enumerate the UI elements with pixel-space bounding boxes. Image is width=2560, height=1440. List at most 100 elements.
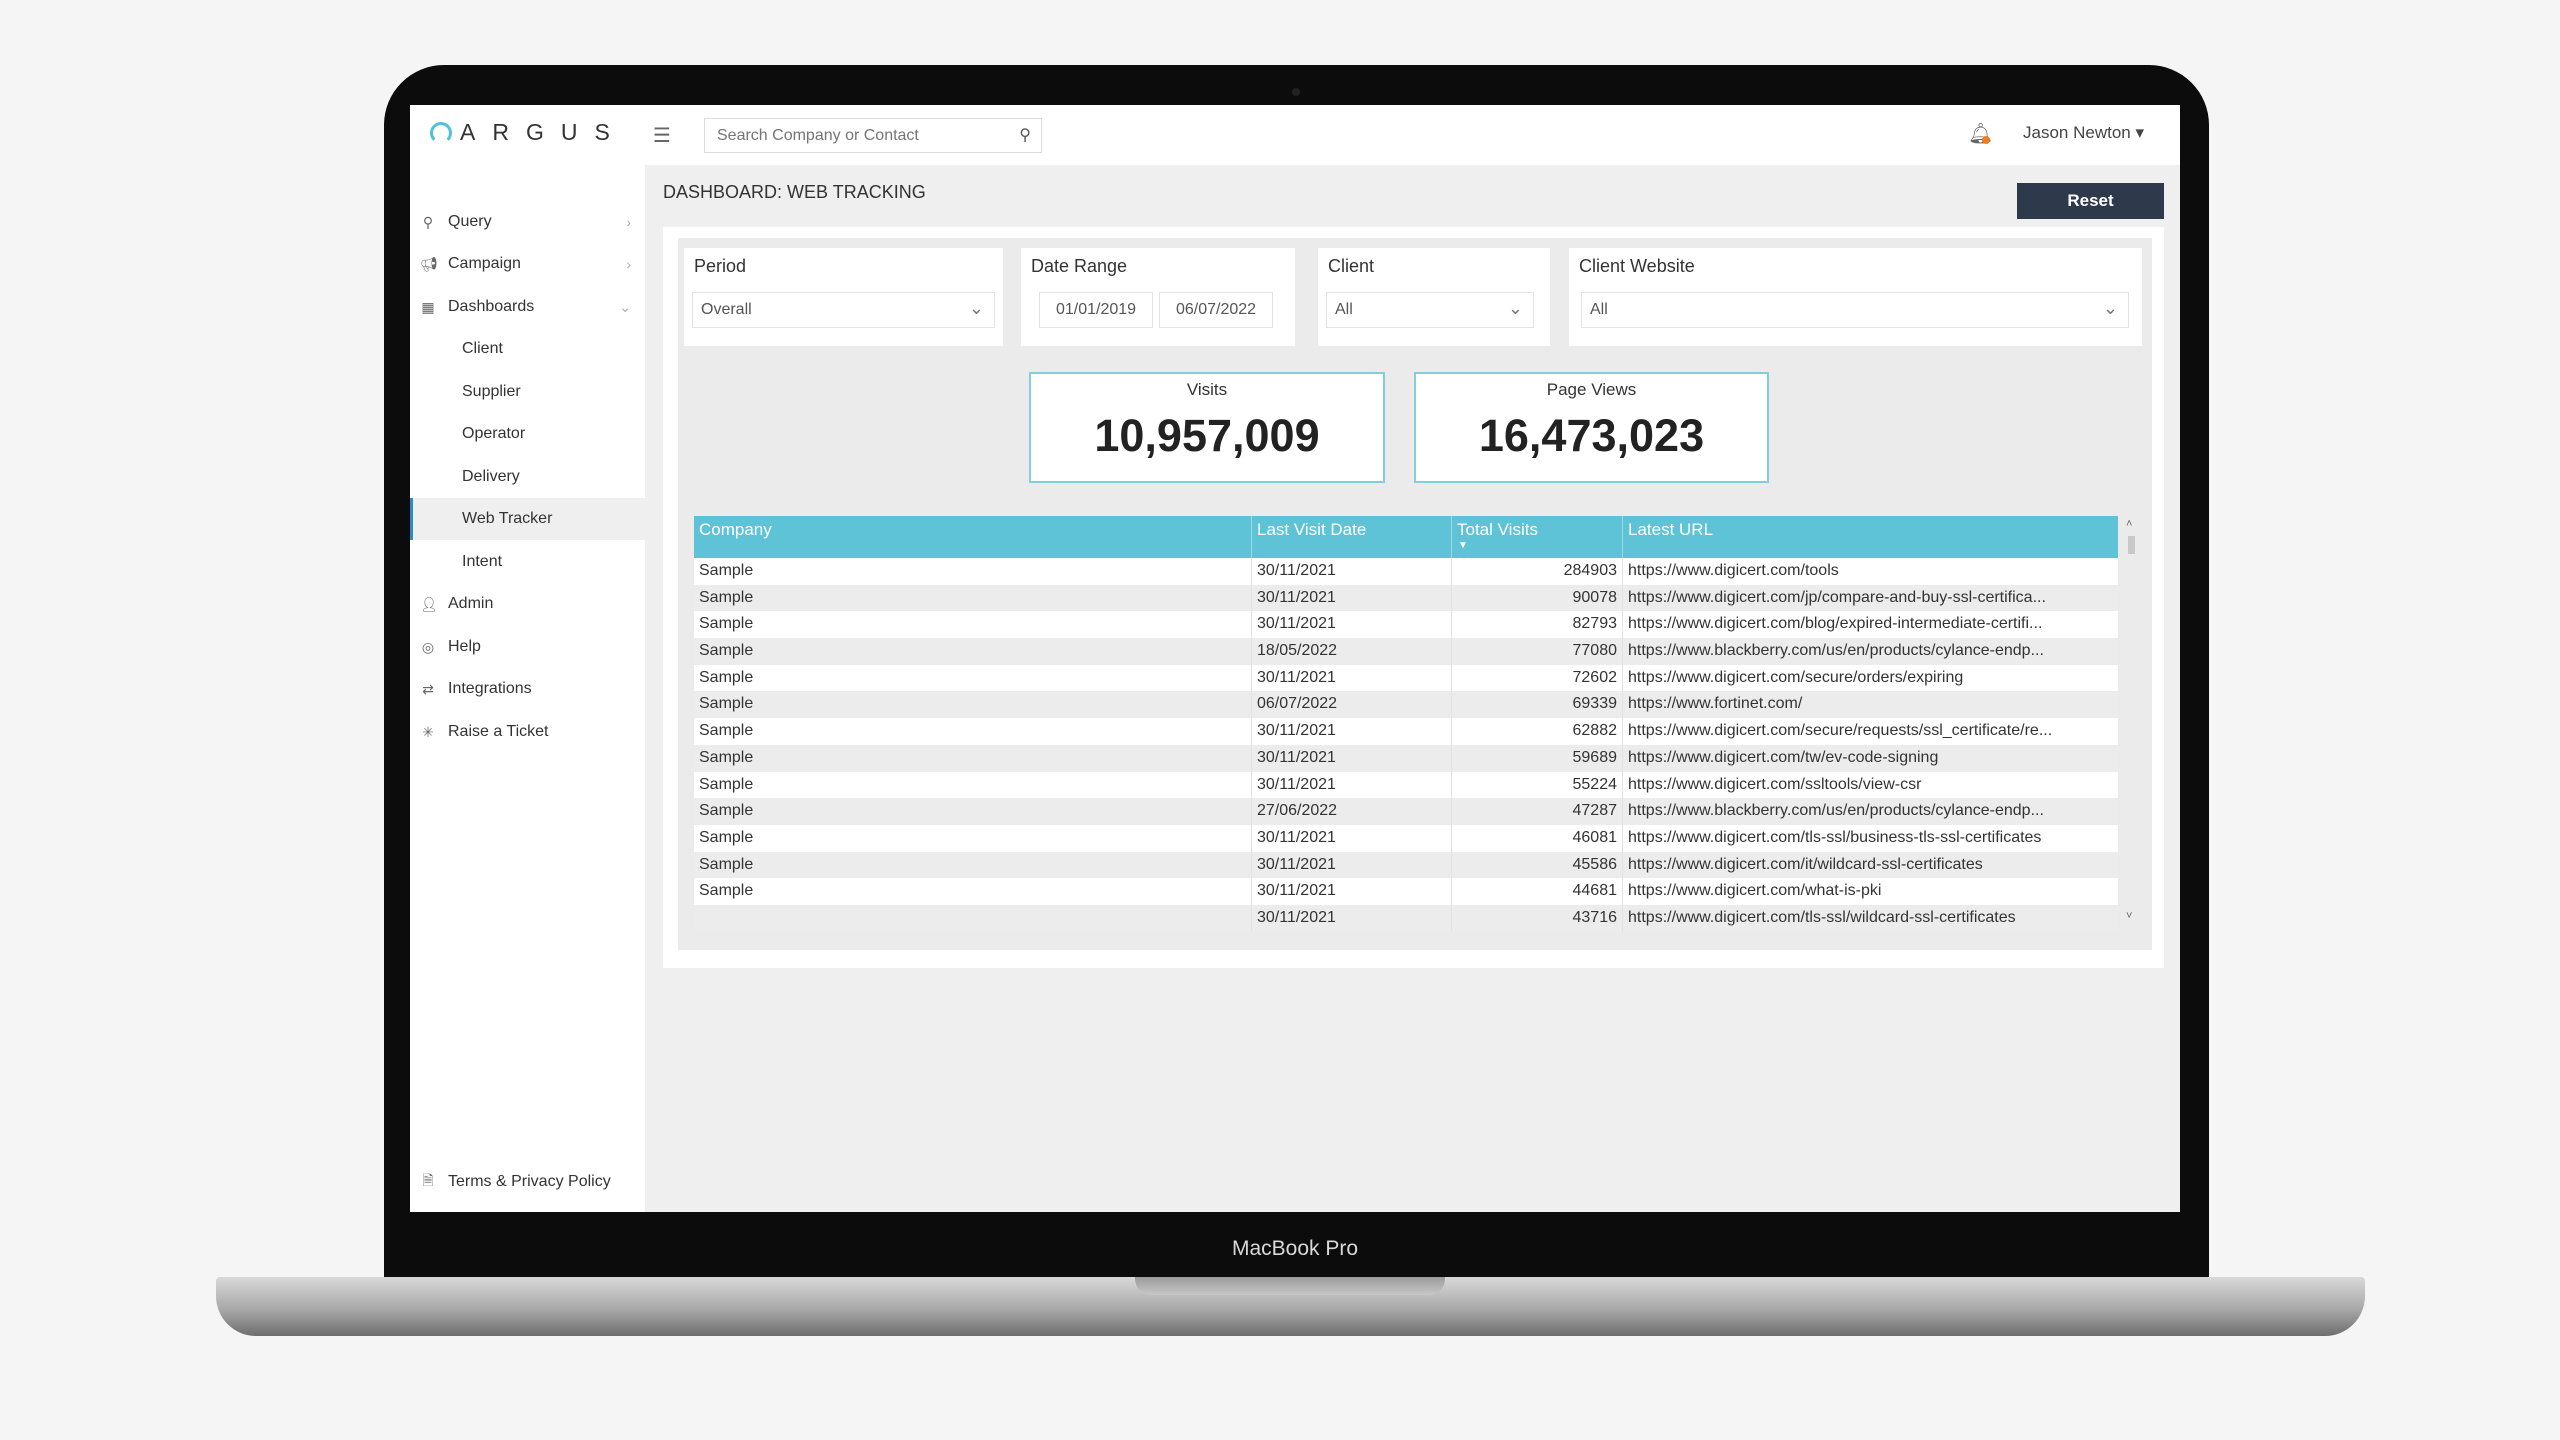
cell-latest-url[interactable]: https://www.digicert.com/tls-ssl/busines…	[1623, 825, 2118, 852]
cell-company: Sample	[694, 558, 1252, 585]
cell-last-visit-date: 30/11/2021	[1252, 744, 1452, 772]
table-row[interactable]: Sample 30/11/2021 45586 https://www.digicer…	[694, 851, 2118, 879]
scroll-up-icon[interactable]: ˄	[2126, 518, 2132, 530]
period-select[interactable]: Overall ⌄	[692, 292, 995, 328]
cell-company: Sample	[694, 584, 1252, 612]
cell-latest-url[interactable]: https://www.digicert.com/it/wildcard-ssl…	[1623, 852, 2118, 879]
cell-total-visits: 45586	[1452, 851, 1623, 879]
cell-total-visits: 72602	[1452, 664, 1623, 692]
date-range-label: Date Range	[1031, 256, 1128, 276]
table-row[interactable]: Sample 30/11/2021 59689 https://www.digicer…	[694, 744, 2118, 772]
cell-latest-url[interactable]: https://www.digicert.com/secure/orders/e…	[1623, 665, 2118, 692]
sidebar-item-dashboards[interactable]: ▦ Dashboards ⌄	[410, 286, 645, 328]
cell-company: Sample	[694, 771, 1252, 799]
scroll-down-icon[interactable]: ˅	[2126, 910, 2132, 922]
sidebar-item-operator[interactable]: Operator	[410, 413, 645, 455]
sidebar-item-delivery[interactable]: Delivery	[410, 456, 645, 498]
kpi-label: Page Views	[1546, 380, 1637, 399]
table-row[interactable]: Sample 30/11/2021 72602 https://www.digicer…	[694, 664, 2118, 692]
chevron-down-icon: ⌄	[619, 298, 631, 315]
cell-latest-url[interactable]: https://www.blackberry.com/us/en/product…	[1623, 798, 2118, 825]
reset-button[interactable]: Reset	[2017, 183, 2164, 219]
cell-company: Sample	[694, 744, 1252, 772]
cell-last-visit-date: 30/11/2021	[1252, 718, 1452, 745]
cell-last-visit-date: 30/11/2021	[1252, 771, 1452, 799]
date-from-input[interactable]: 01/01/2019	[1039, 292, 1153, 328]
table-row[interactable]: Sample 30/11/2021 284903 https://www.digice…	[694, 558, 2118, 585]
column-header-total-visits[interactable]: Total Visits ▼	[1452, 516, 1623, 558]
table-row[interactable]: Sample 30/11/2021 55224 https://www.digicer…	[694, 771, 2118, 799]
logo-text: ARGUS	[460, 119, 627, 145]
column-header-last-visit-date[interactable]: Last Visit Date	[1252, 516, 1452, 558]
search-icon[interactable]: ⚲	[1019, 125, 1031, 145]
cell-latest-url[interactable]: https://www.digicert.com/ssltools/view-c…	[1623, 772, 2118, 799]
cell-company	[694, 904, 1252, 932]
column-header-label: Total Visits	[1457, 520, 1538, 539]
table-row[interactable]: Sample 06/07/2022 69339 https://www.fortine…	[694, 691, 2118, 719]
sidebar-item-help[interactable]: ◎ Help	[410, 626, 645, 668]
sidebar-item-query[interactable]: ⚲ Query ›	[410, 201, 645, 243]
cell-total-visits: 43716	[1452, 904, 1623, 932]
sidebar-item-client[interactable]: Client	[410, 328, 645, 370]
search-input[interactable]	[705, 119, 1009, 152]
column-header-company[interactable]: Company	[694, 516, 1252, 558]
sidebar-item-intent[interactable]: Intent	[410, 541, 645, 583]
sidebar-item-raise-ticket[interactable]: ✳ Raise a Ticket	[410, 711, 645, 753]
cell-latest-url[interactable]: https://www.digicert.com/secure/requests…	[1623, 718, 2118, 745]
cell-latest-url[interactable]: https://www.digicert.com/tools	[1623, 558, 2118, 585]
cell-company: Sample	[694, 718, 1252, 745]
menu-toggle-icon[interactable]: ☰	[653, 123, 671, 148]
cell-last-visit-date: 27/06/2022	[1252, 798, 1452, 825]
client-select[interactable]: All ⌄	[1326, 292, 1534, 328]
sidebar-item-campaign[interactable]: 📢︎ Campaign ›	[410, 243, 645, 285]
cell-latest-url[interactable]: https://www.fortinet.com/	[1623, 691, 2118, 718]
notification-dot	[1982, 136, 1990, 144]
cell-company: Sample	[694, 664, 1252, 692]
cell-latest-url[interactable]: https://www.digicert.com/what-is-pki	[1623, 878, 2118, 905]
sidebar-item-web-tracker[interactable]: Web Tracker	[410, 498, 645, 540]
cell-latest-url[interactable]: https://www.digicert.com/tw/ev-code-sign…	[1623, 745, 2118, 772]
table-row[interactable]: Sample 27/06/2022 47287 https://www.blackbe…	[694, 798, 2118, 825]
logo[interactable]: ARGUS	[430, 119, 627, 146]
sidebar-item-label: Dashboards	[448, 298, 535, 315]
cell-latest-url[interactable]: https://www.digicert.com/tls-ssl/wildcar…	[1623, 905, 2118, 932]
sidebar-item-admin[interactable]: 👤︎ Admin	[410, 583, 645, 625]
table-row[interactable]: Sample 30/11/2021 82793 https://www.digicer…	[694, 611, 2118, 639]
table-row[interactable]: Sample 30/11/2021 90078 https://www.digicer…	[694, 584, 2118, 612]
sidebar-item-integrations[interactable]: ⇄ Integrations	[410, 668, 645, 710]
client-website-filter: Client Website All ⌄	[1569, 248, 2142, 346]
sidebar-item-label: Campaign	[448, 255, 521, 272]
table-row[interactable]: Sample 30/11/2021 44681 https://www.digicer…	[694, 878, 2118, 905]
user-menu[interactable]: Jason Newton ▾	[2023, 123, 2144, 143]
cell-total-visits: 62882	[1452, 718, 1623, 745]
scrollbar-thumb[interactable]	[2128, 536, 2135, 554]
cell-latest-url[interactable]: https://www.blackberry.com/us/en/product…	[1623, 638, 2118, 665]
sidebar-item-supplier[interactable]: Supplier	[410, 371, 645, 413]
chevron-down-icon: ⌄	[968, 298, 984, 318]
cell-last-visit-date: 30/11/2021	[1252, 851, 1452, 879]
cell-latest-url[interactable]: https://www.digicert.com/jp/compare-and-…	[1623, 585, 2118, 612]
chevron-down-icon: ⌄	[1507, 298, 1523, 318]
date-range-filter: Date Range 01/01/2019 06/07/2022	[1021, 248, 1295, 346]
cell-latest-url[interactable]: https://www.digicert.com/blog/expired-in…	[1623, 611, 2118, 638]
cell-total-visits: 59689	[1452, 744, 1623, 772]
client-website-value: All	[1590, 301, 1608, 318]
client-website-select[interactable]: All ⌄	[1581, 292, 2129, 328]
table-row[interactable]: Sample 30/11/2021 46081 https://www.digicer…	[694, 824, 2118, 852]
chevron-right-icon: ›	[626, 256, 631, 272]
bell-icon[interactable]: 🔔︎	[1968, 121, 1993, 146]
table-row[interactable]: 30/11/2021 43716 https://www.digicert.com/…	[694, 904, 2118, 932]
table-scrollbar[interactable]: ˄ ˅	[2123, 516, 2139, 924]
kpi-label: Visits	[1186, 380, 1228, 399]
kpi-value: 10,957,009	[1094, 410, 1320, 461]
terms-privacy-link[interactable]: 🗎 Terms & Privacy Policy	[410, 1161, 645, 1203]
cell-company: Sample	[694, 798, 1252, 825]
table-row[interactable]: Sample 30/11/2021 62882 https://www.digicer…	[694, 718, 2118, 745]
web-tracking-table: Company Last Visit Date Total Visits ▼ L…	[694, 516, 2118, 932]
sidebar-item-label: Help	[448, 638, 481, 655]
kpi-value: 16,473,023	[1478, 410, 1705, 461]
date-to-input[interactable]: 06/07/2022	[1159, 292, 1273, 328]
column-header-latest-url[interactable]: Latest URL	[1623, 516, 2118, 558]
table-row[interactable]: Sample 18/05/2022 77080 https://www.blackbe…	[694, 638, 2118, 665]
dashboard-panel: Period Overall ⌄ Date Range 01/01/2019 0…	[663, 227, 2164, 968]
